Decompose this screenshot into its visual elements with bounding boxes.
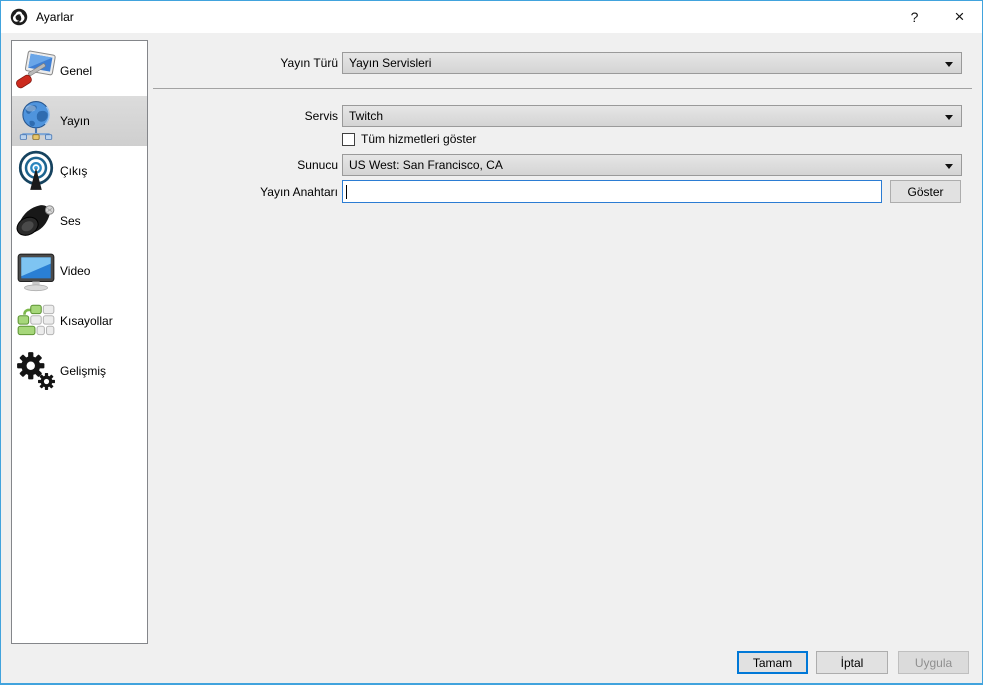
sidebar-item-yayin[interactable]: Yayın [12, 96, 147, 146]
stream-type-value: Yayın Servisleri [349, 56, 432, 70]
titlebar: Ayarlar ? × [1, 1, 982, 33]
show-key-button[interactable]: Göster [890, 180, 961, 203]
sidebar-item-label: Yayın [60, 114, 90, 128]
sidebar-item-label: Genel [60, 64, 93, 78]
display-config-icon [12, 50, 60, 92]
globe-icon [12, 100, 60, 142]
server-value: US West: San Francisco, CA [349, 158, 503, 172]
show-all-services-checkbox-row: Tüm hizmetleri göster [342, 132, 476, 146]
gears-icon [12, 350, 60, 392]
broadcast-icon [12, 150, 60, 192]
stream-type-select[interactable]: Yayın Servisleri [342, 52, 962, 74]
sidebar-item-label: Kısayollar [60, 314, 113, 328]
service-value: Twitch [349, 109, 384, 123]
show-all-services-checkbox[interactable] [342, 132, 355, 146]
stream-type-label: Yayın Türü [280, 56, 338, 70]
server-label: Sunucu [297, 158, 338, 172]
section-separator [153, 88, 972, 89]
chevron-down-icon [945, 62, 953, 67]
speaker-icon [12, 200, 60, 242]
cancel-button[interactable]: İptal [816, 651, 888, 674]
hotkeys-icon [12, 300, 60, 342]
text-caret [346, 184, 347, 199]
window-title: Ayarlar [36, 10, 74, 24]
sidebar-item-video[interactable]: Video [12, 246, 147, 296]
close-button[interactable]: × [937, 1, 982, 33]
sidebar-item-label: Ses [60, 214, 81, 228]
sidebar-item-kisayollar[interactable]: Kısayollar [12, 296, 147, 346]
sidebar-item-label: Gelişmiş [60, 364, 107, 378]
ok-button[interactable]: Tamam [737, 651, 808, 674]
monitor-icon [12, 250, 60, 292]
obs-logo-icon [10, 8, 28, 26]
sidebar-item-genel[interactable]: Genel [12, 46, 147, 96]
service-label: Servis [304, 109, 338, 123]
sidebar-item-label: Çıkış [60, 164, 88, 178]
show-all-services-label[interactable]: Tüm hizmetleri göster [361, 132, 476, 146]
sidebar-item-gelismis[interactable]: Gelişmiş [12, 346, 147, 396]
sidebar-item-label: Video [60, 264, 91, 278]
apply-button[interactable]: Uygula [898, 651, 969, 674]
chevron-down-icon [945, 164, 953, 169]
service-select[interactable]: Twitch [342, 105, 962, 127]
sidebar-item-cikis[interactable]: Çıkış [12, 146, 147, 196]
settings-category-list: Genel Yayın Çıkış Ses Video Kısayollar G… [11, 40, 148, 644]
stream-key-label: Yayın Anahtarı [260, 185, 338, 199]
server-select[interactable]: US West: San Francisco, CA [342, 154, 962, 176]
sidebar-item-ses[interactable]: Ses [12, 196, 147, 246]
stream-key-input[interactable] [342, 180, 882, 203]
settings-dialog: Ayarlar ? × Genel Yayın Çıkış Ses Video … [0, 0, 983, 685]
help-button[interactable]: ? [892, 1, 937, 33]
chevron-down-icon [945, 115, 953, 120]
